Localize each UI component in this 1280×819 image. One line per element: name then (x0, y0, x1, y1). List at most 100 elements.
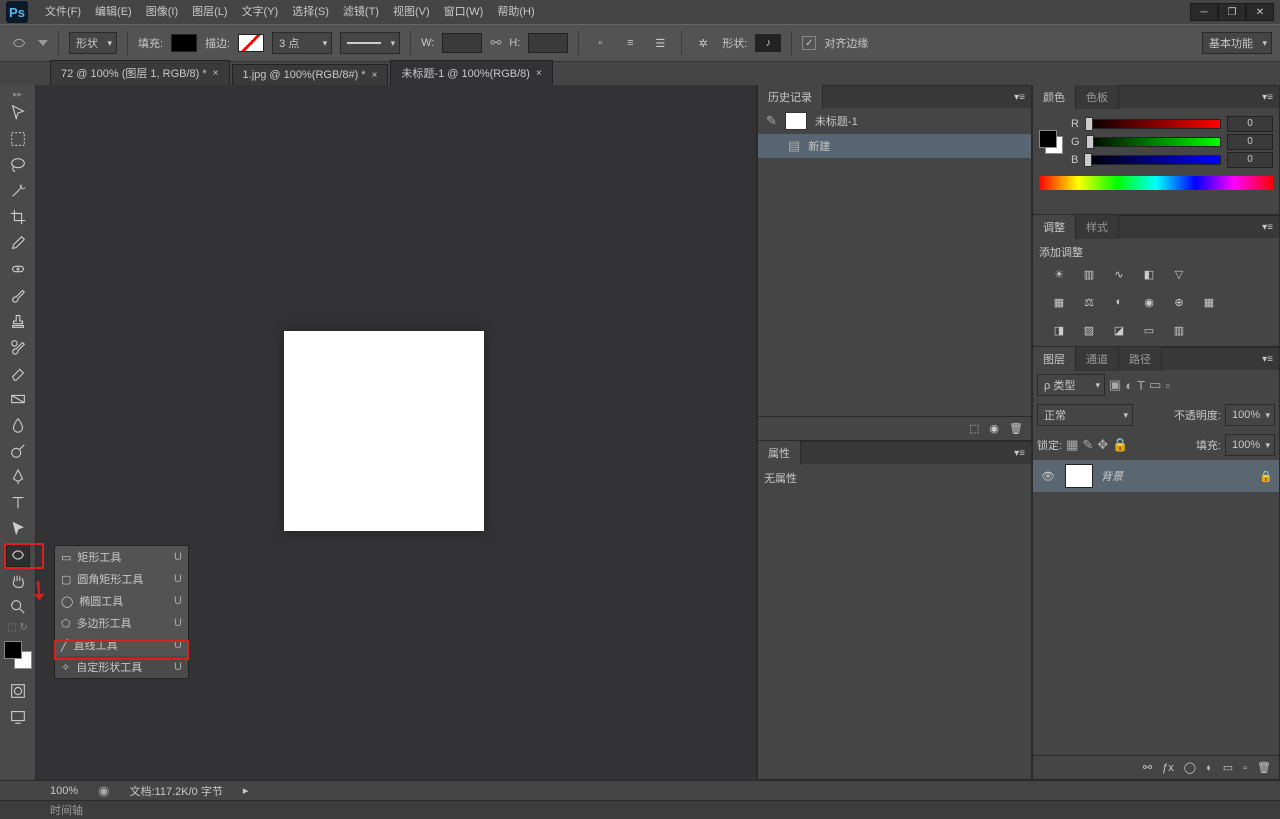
levels-icon[interactable]: ▥ (1079, 264, 1099, 284)
close-icon[interactable]: × (213, 68, 219, 79)
camera-icon[interactable]: ◉ (989, 422, 999, 435)
maximize-button[interactable]: ❐ (1218, 3, 1246, 21)
menu-edit[interactable]: 编辑(E) (88, 0, 139, 24)
gear-icon[interactable]: ✲ (692, 32, 714, 54)
layer-filter-dropdown[interactable]: ρ 类型 (1037, 374, 1105, 396)
chevron-right-icon[interactable]: ▸ (243, 784, 249, 797)
color-swatches[interactable] (4, 641, 32, 669)
color-spectrum[interactable] (1039, 176, 1273, 190)
move-tool[interactable] (6, 101, 30, 125)
new-layer-icon[interactable]: ▫ (1243, 762, 1247, 774)
width-input[interactable] (442, 33, 482, 53)
document-canvas[interactable] (284, 331, 484, 531)
panel-menu-icon[interactable]: ▾≡ (1008, 92, 1031, 103)
filter-smart-icon[interactable]: ▫ (1165, 378, 1170, 393)
filter-type-icon[interactable]: T (1137, 378, 1145, 393)
history-tab[interactable]: 历史记录 (758, 85, 823, 109)
crop-tool[interactable] (6, 205, 30, 229)
type-tool[interactable] (6, 491, 30, 515)
styles-tab[interactable]: 样式 (1076, 215, 1119, 239)
poster-icon[interactable]: ▨ (1079, 320, 1099, 340)
workspace-switcher[interactable]: 基本功能 (1202, 32, 1272, 54)
g-slider[interactable] (1086, 137, 1221, 147)
shape-mode-dropdown[interactable]: 形状 (69, 32, 117, 54)
filter-shape-icon[interactable]: ▭ (1149, 377, 1161, 393)
close-button[interactable]: ✕ (1246, 3, 1274, 21)
visibility-icon[interactable]: 👁 (1039, 470, 1057, 483)
pen-tool[interactable] (6, 465, 30, 489)
link-icon[interactable]: ⚯ (490, 35, 501, 51)
hue-icon[interactable]: ▦ (1049, 292, 1069, 312)
height-input[interactable] (528, 33, 568, 53)
brightness-icon[interactable]: ☀ (1049, 264, 1069, 284)
gradmap-icon[interactable]: ▭ (1139, 320, 1159, 340)
stroke-width-dropdown[interactable]: 3 点 (272, 32, 332, 54)
close-icon[interactable]: × (372, 70, 378, 81)
stamp-tool[interactable] (6, 309, 30, 333)
blur-tool[interactable] (6, 413, 30, 437)
swatches-tab[interactable]: 色板 (1076, 85, 1119, 109)
curves-icon[interactable]: ∿ (1109, 264, 1129, 284)
mask-icon[interactable]: ◯ (1184, 761, 1196, 774)
menu-file[interactable]: 文件(F) (38, 0, 88, 24)
panel-menu-icon[interactable]: ▾≡ (1256, 92, 1279, 103)
b-slider[interactable] (1084, 155, 1221, 165)
doc-tab-1[interactable]: 72 @ 100% (图层 1, RGB/8) *× (50, 60, 230, 85)
flyout-rect[interactable]: ▭矩形工具U (55, 546, 188, 568)
flyout-roundrect[interactable]: ▢圆角矩形工具U (55, 568, 188, 590)
close-icon[interactable]: × (536, 68, 542, 79)
group-icon[interactable]: ▭ (1223, 761, 1233, 774)
r-slider[interactable] (1085, 119, 1221, 129)
menu-help[interactable]: 帮助(H) (490, 0, 541, 24)
screenmode-tool[interactable] (6, 705, 30, 729)
history-brush-tool[interactable] (6, 335, 30, 359)
adjust-tab[interactable]: 调整 (1033, 215, 1076, 239)
gradient-tool[interactable] (6, 387, 30, 411)
minimize-button[interactable]: ─ (1190, 3, 1218, 21)
flyout-ellipse[interactable]: ◯椭圆工具U (55, 590, 188, 612)
path-align-icon[interactable]: ≡ (619, 32, 641, 54)
threshold-icon[interactable]: ◪ (1109, 320, 1129, 340)
fill-swatch[interactable] (171, 34, 197, 52)
zoom-level[interactable]: 100% (50, 785, 78, 797)
lasso-tool[interactable] (6, 153, 30, 177)
panel-menu-icon[interactable]: ▾≡ (1008, 448, 1031, 459)
timeline-bar[interactable]: 时间轴 (0, 800, 1280, 819)
path-combine-icon[interactable]: ▫ (589, 32, 611, 54)
doc-tab-2[interactable]: 1.jpg @ 100%(RGB/8#) *× (232, 64, 389, 85)
history-step-new[interactable]: ▤ 新建 (758, 134, 1031, 158)
stroke-swatch[interactable] (238, 34, 264, 52)
menu-image[interactable]: 图像(I) (139, 0, 185, 24)
lock-pos-icon[interactable]: ✥ (1097, 437, 1108, 453)
photo-filter-icon[interactable]: ◉ (1139, 292, 1159, 312)
snapshot-icon[interactable]: ⬚ (969, 422, 979, 435)
eraser-tool[interactable] (6, 361, 30, 385)
selcolor-icon[interactable]: ▥ (1169, 320, 1189, 340)
color-fgbg[interactable] (1039, 130, 1063, 154)
marquee-tool[interactable] (6, 127, 30, 151)
blend-mode-dropdown[interactable]: 正常 (1037, 404, 1133, 426)
layers-tab[interactable]: 图层 (1033, 347, 1076, 371)
tool-preset-icon[interactable] (8, 32, 30, 54)
panel-menu-icon[interactable]: ▾≡ (1256, 354, 1279, 365)
eyedropper-tool[interactable] (6, 231, 30, 255)
flyout-polygon[interactable]: ⬠多边形工具U (55, 612, 188, 634)
exposure-icon[interactable]: ◧ (1139, 264, 1159, 284)
menu-window[interactable]: 窗口(W) (437, 0, 491, 24)
chevron-down-icon[interactable] (38, 40, 48, 46)
mixer-icon[interactable]: ⊕ (1169, 292, 1189, 312)
zoom-icon[interactable]: ◉ (98, 783, 109, 799)
path-arrange-icon[interactable]: ☰ (649, 32, 671, 54)
menu-view[interactable]: 视图(V) (386, 0, 437, 24)
vibrance-icon[interactable]: ▽ (1169, 264, 1189, 284)
fill-dropdown[interactable]: 100% (1225, 434, 1275, 456)
channels-tab[interactable]: 通道 (1076, 347, 1119, 371)
filter-adjust-icon[interactable]: ◐ (1125, 378, 1133, 393)
menu-select[interactable]: 选择(S) (285, 0, 336, 24)
doc-tab-3[interactable]: 未标题-1 @ 100%(RGB/8)× (390, 60, 552, 85)
panel-menu-icon[interactable]: ▾≡ (1256, 222, 1279, 233)
brush-tool[interactable] (6, 283, 30, 307)
menu-filter[interactable]: 滤镜(T) (336, 0, 386, 24)
color-tab[interactable]: 颜色 (1033, 85, 1076, 109)
link-layers-icon[interactable]: ⚯ (1143, 761, 1152, 774)
